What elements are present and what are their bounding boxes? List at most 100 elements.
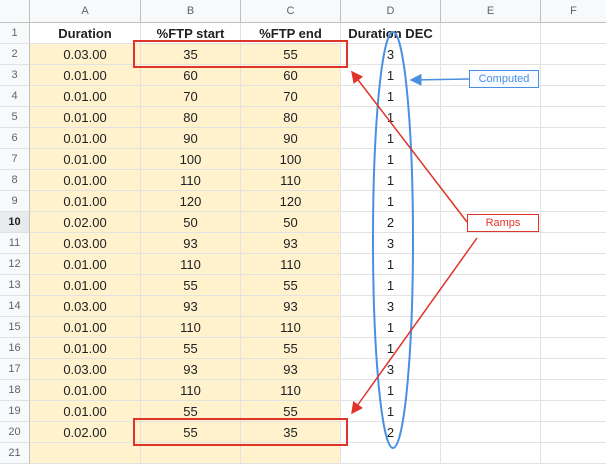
row-header[interactable]: 12 xyxy=(0,254,30,275)
cell-a21[interactable] xyxy=(30,443,141,464)
cell-c7[interactable]: 100 xyxy=(241,149,341,170)
cell-f11[interactable] xyxy=(541,233,606,254)
cell-c6[interactable]: 90 xyxy=(241,128,341,149)
cell-a17[interactable]: 0.03.00 xyxy=(30,359,141,380)
row-header[interactable]: 5 xyxy=(0,107,30,128)
cell-a10[interactable]: 0.02.00 xyxy=(30,212,141,233)
row-header[interactable]: 19 xyxy=(0,401,30,422)
cell-c5[interactable]: 80 xyxy=(241,107,341,128)
cell-f16[interactable] xyxy=(541,338,606,359)
row-header[interactable]: 2 xyxy=(0,44,30,65)
cell-b21[interactable] xyxy=(141,443,241,464)
cell-c1[interactable]: %FTP end xyxy=(241,23,341,44)
cell-d16[interactable]: 1 xyxy=(341,338,441,359)
cell-d7[interactable]: 1 xyxy=(341,149,441,170)
cell-e11[interactable] xyxy=(441,233,541,254)
cell-d3[interactable]: 1 xyxy=(341,65,441,86)
cell-e16[interactable] xyxy=(441,338,541,359)
cell-f7[interactable] xyxy=(541,149,606,170)
cell-b8[interactable]: 110 xyxy=(141,170,241,191)
cell-a16[interactable]: 0.01.00 xyxy=(30,338,141,359)
column-header-a[interactable]: A xyxy=(30,0,141,22)
cell-c2[interactable]: 55 xyxy=(241,44,341,65)
column-header-c[interactable]: C xyxy=(241,0,341,22)
cell-b16[interactable]: 55 xyxy=(141,338,241,359)
cell-b9[interactable]: 120 xyxy=(141,191,241,212)
cell-e15[interactable] xyxy=(441,317,541,338)
cell-c10[interactable]: 50 xyxy=(241,212,341,233)
row-header[interactable]: 20 xyxy=(0,422,30,443)
cell-a4[interactable]: 0.01.00 xyxy=(30,86,141,107)
column-header-f[interactable]: F xyxy=(541,0,606,22)
cell-f10[interactable] xyxy=(541,212,606,233)
cell-f19[interactable] xyxy=(541,401,606,422)
cell-d5[interactable]: 1 xyxy=(341,107,441,128)
cell-d8[interactable]: 1 xyxy=(341,170,441,191)
cell-a6[interactable]: 0.01.00 xyxy=(30,128,141,149)
cell-c21[interactable] xyxy=(241,443,341,464)
cell-e19[interactable] xyxy=(441,401,541,422)
cell-a14[interactable]: 0.03.00 xyxy=(30,296,141,317)
cell-c9[interactable]: 120 xyxy=(241,191,341,212)
cell-e9[interactable] xyxy=(441,191,541,212)
cell-f6[interactable] xyxy=(541,128,606,149)
cell-f14[interactable] xyxy=(541,296,606,317)
cell-a8[interactable]: 0.01.00 xyxy=(30,170,141,191)
cell-b19[interactable]: 55 xyxy=(141,401,241,422)
cell-a18[interactable]: 0.01.00 xyxy=(30,380,141,401)
cell-e2[interactable] xyxy=(441,44,541,65)
row-header[interactable]: 14 xyxy=(0,296,30,317)
cell-a2[interactable]: 0.03.00 xyxy=(30,44,141,65)
cell-e14[interactable] xyxy=(441,296,541,317)
row-header[interactable]: 15 xyxy=(0,317,30,338)
cell-b10[interactable]: 50 xyxy=(141,212,241,233)
cell-d11[interactable]: 3 xyxy=(341,233,441,254)
cell-b1[interactable]: %FTP start xyxy=(141,23,241,44)
cell-f17[interactable] xyxy=(541,359,606,380)
cell-b18[interactable]: 110 xyxy=(141,380,241,401)
cell-c8[interactable]: 110 xyxy=(241,170,341,191)
cell-b12[interactable]: 110 xyxy=(141,254,241,275)
cell-c4[interactable]: 70 xyxy=(241,86,341,107)
cell-f8[interactable] xyxy=(541,170,606,191)
row-header[interactable]: 16 xyxy=(0,338,30,359)
cell-f21[interactable] xyxy=(541,443,606,464)
cell-a11[interactable]: 0.03.00 xyxy=(30,233,141,254)
cell-e5[interactable] xyxy=(441,107,541,128)
row-header[interactable]: 3 xyxy=(0,65,30,86)
cell-a15[interactable]: 0.01.00 xyxy=(30,317,141,338)
cell-f18[interactable] xyxy=(541,380,606,401)
cell-d1[interactable]: Duration DEC xyxy=(341,23,441,44)
cell-b17[interactable]: 93 xyxy=(141,359,241,380)
cell-c16[interactable]: 55 xyxy=(241,338,341,359)
row-header[interactable]: 7 xyxy=(0,149,30,170)
cell-b13[interactable]: 55 xyxy=(141,275,241,296)
cell-f2[interactable] xyxy=(541,44,606,65)
cell-f4[interactable] xyxy=(541,86,606,107)
cell-d17[interactable]: 3 xyxy=(341,359,441,380)
row-header[interactable]: 21 xyxy=(0,443,30,464)
cell-e8[interactable] xyxy=(441,170,541,191)
column-header-e[interactable]: E xyxy=(441,0,541,22)
cell-c17[interactable]: 93 xyxy=(241,359,341,380)
cell-f20[interactable] xyxy=(541,422,606,443)
cell-d18[interactable]: 1 xyxy=(341,380,441,401)
row-header[interactable]: 1 xyxy=(0,23,30,44)
cell-d12[interactable]: 1 xyxy=(341,254,441,275)
cell-d21[interactable] xyxy=(341,443,441,464)
cell-b11[interactable]: 93 xyxy=(141,233,241,254)
cell-c20[interactable]: 35 xyxy=(241,422,341,443)
cell-d14[interactable]: 3 xyxy=(341,296,441,317)
cell-b4[interactable]: 70 xyxy=(141,86,241,107)
row-header[interactable]: 18 xyxy=(0,380,30,401)
cell-d13[interactable]: 1 xyxy=(341,275,441,296)
cell-b20[interactable]: 55 xyxy=(141,422,241,443)
cell-b2[interactable]: 35 xyxy=(141,44,241,65)
cell-a13[interactable]: 0.01.00 xyxy=(30,275,141,296)
cell-c11[interactable]: 93 xyxy=(241,233,341,254)
cell-f13[interactable] xyxy=(541,275,606,296)
row-header[interactable]: 17 xyxy=(0,359,30,380)
cell-f12[interactable] xyxy=(541,254,606,275)
cell-a7[interactable]: 0.01.00 xyxy=(30,149,141,170)
cell-d20[interactable]: 2 xyxy=(341,422,441,443)
